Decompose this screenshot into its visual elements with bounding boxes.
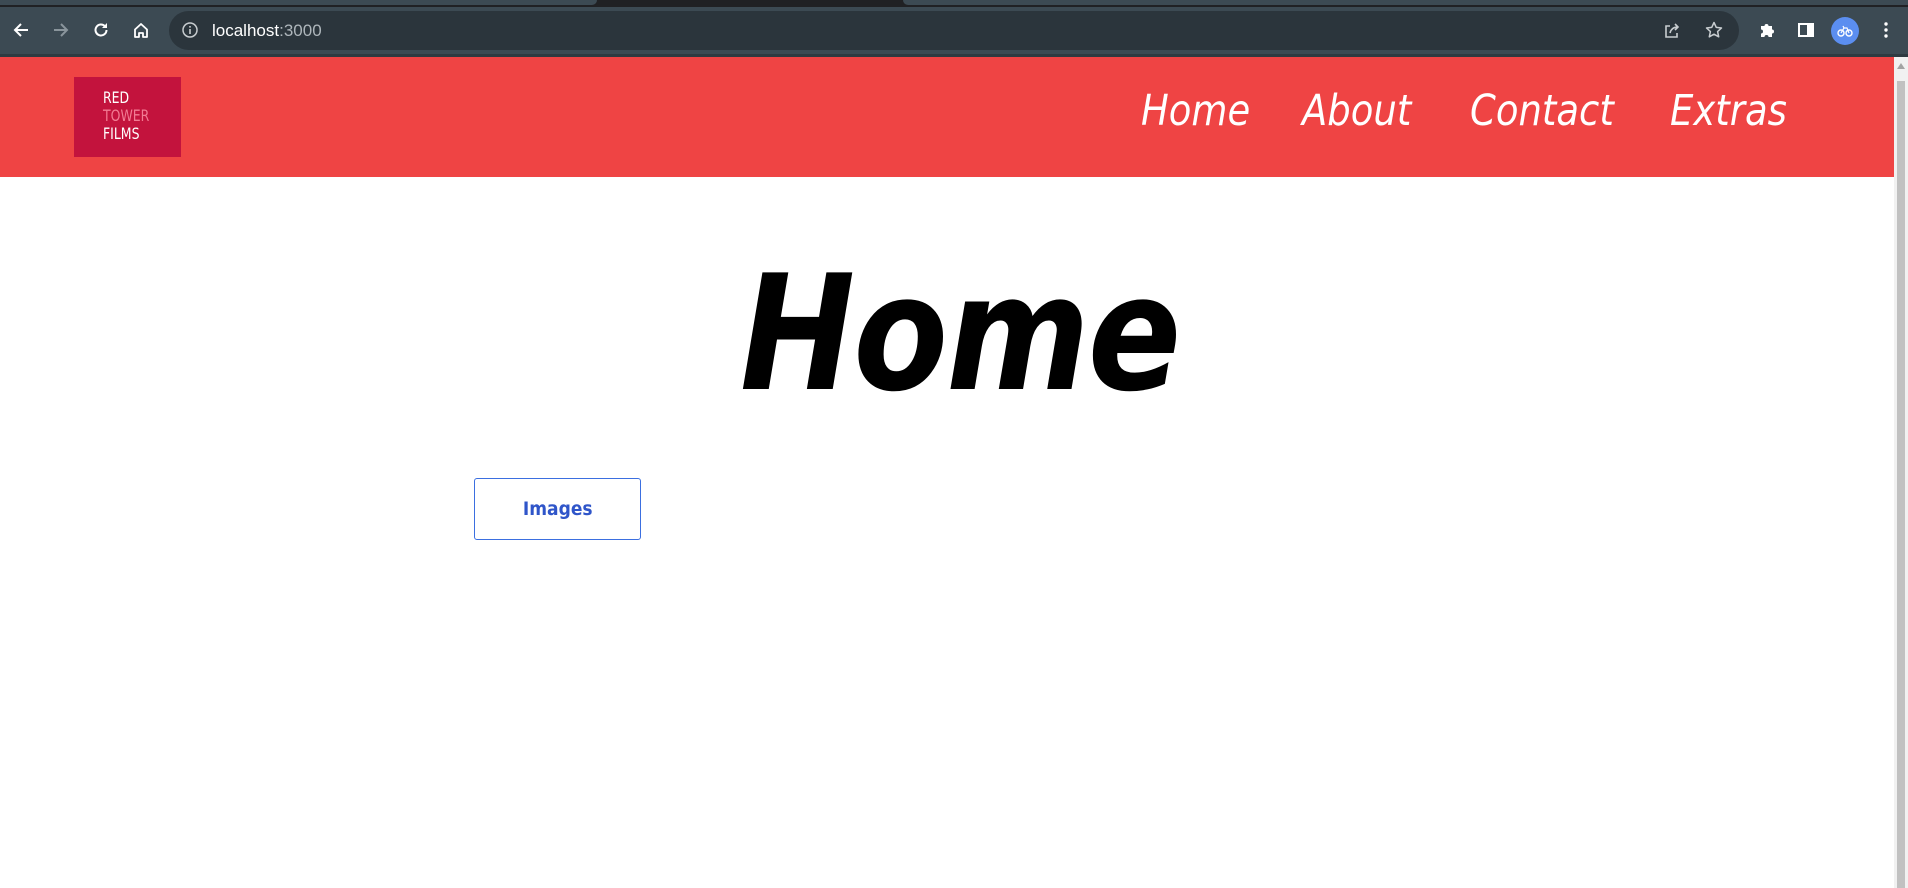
page-scrollbar[interactable] [1894,57,1908,888]
reload-icon [94,23,108,37]
home-button[interactable] [128,17,154,43]
site-header: RED TOWER FILMS Home About Contact Extra… [0,57,1894,177]
tab-strip [0,0,1908,7]
site-info-icon[interactable] [181,21,199,39]
page-title: Home [740,240,1181,427]
images-button-label: Images [522,498,593,520]
home-icon [134,23,148,38]
browser-toolbar: localhost:3000 [0,7,1908,54]
nav-extras-link[interactable]: Extras [1670,83,1787,139]
profile-avatar-icon [1837,25,1853,37]
logo-line-tower: TOWER [103,106,150,125]
images-button[interactable]: Images [474,478,641,540]
logo-line-films: FILMS [103,124,140,143]
nav-home-link[interactable]: Home [1141,83,1250,139]
back-icon [13,23,28,37]
menu-icon [1884,22,1888,38]
share-icon[interactable] [1662,21,1682,41]
back-button[interactable] [8,17,34,43]
url-text[interactable]: localhost:3000 [212,21,322,40]
scrollbar-thumb[interactable] [1897,81,1905,888]
url-host: localhost [212,21,280,40]
site-logo[interactable]: RED TOWER FILMS [74,77,181,157]
bookmark-star-icon[interactable] [1704,20,1724,40]
side-panel-icon [1798,23,1814,37]
extensions-icon [1761,24,1774,37]
nav-contact-link[interactable]: Contact [1470,83,1614,139]
extensions-button[interactable] [1754,17,1780,43]
url-port: :3000 [279,21,322,40]
forward-button[interactable] [48,17,74,43]
page-viewport: RED TOWER FILMS Home About Contact Extra… [0,57,1894,888]
nav-about-link[interactable]: About [1302,83,1411,139]
forward-icon [54,23,69,37]
background-tab[interactable] [903,0,1908,5]
logo-line-red: RED [103,88,130,107]
background-tab[interactable] [0,0,597,5]
profile-avatar[interactable] [1831,17,1859,45]
browser-menu-button[interactable] [1873,17,1899,43]
address-bar[interactable]: localhost:3000 [169,11,1739,50]
scroll-up-arrow-icon[interactable] [1897,63,1905,69]
side-panel-button[interactable] [1793,17,1819,43]
reload-button[interactable] [88,17,114,43]
